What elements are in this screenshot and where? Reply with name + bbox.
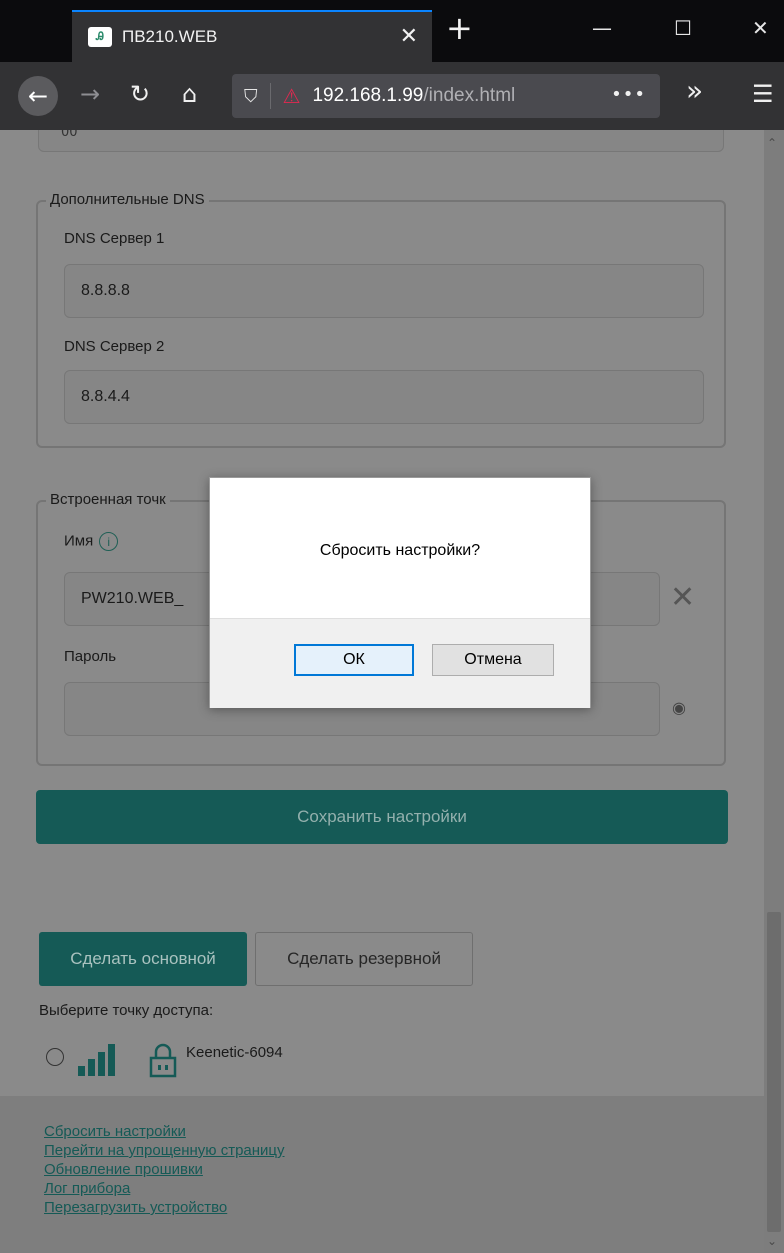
url-separator xyxy=(269,83,271,109)
navigation-bar: ← → ↻ ⌂ ⛉ ⚠ 192.168.1.99/index.html ••• … xyxy=(0,62,784,130)
footer-links: Сбросить настройки Перейти на упрощенную… xyxy=(44,1122,285,1217)
extra-dns-group: Дополнительные DNS DNS Сервер 1 8.8.8.8 … xyxy=(36,191,726,448)
menu-icon[interactable]: ☰ xyxy=(752,80,774,108)
clear-icon[interactable]: ✕ xyxy=(670,580,695,615)
address-bar[interactable]: ⛉ ⚠ 192.168.1.99/index.html ••• xyxy=(232,74,660,118)
close-tab-icon[interactable]: ✕ xyxy=(400,24,418,49)
scroll-thumb[interactable] xyxy=(767,912,781,1232)
tab-title: ПВ210.WEB xyxy=(122,27,218,46)
shield-icon[interactable]: ⛉ xyxy=(244,86,258,107)
cancel-button[interactable]: Отмена xyxy=(432,644,554,676)
ap-password-label: Пароль xyxy=(64,648,117,665)
back-icon[interactable]: ← xyxy=(18,76,58,116)
info-icon[interactable]: i xyxy=(99,532,119,551)
url-host: 192.168.1.99 xyxy=(312,85,424,106)
scrollbar[interactable]: ⌃ ⌄ xyxy=(764,130,784,1253)
make-backup-button[interactable]: Сделать резервной xyxy=(255,932,473,986)
footer: Сбросить настройки Перейти на упрощенную… xyxy=(0,1096,764,1253)
confirm-dialog: Сбросить настройки? ОК Отмена xyxy=(209,477,591,708)
select-ap-label: Выберите точку доступа: xyxy=(39,1002,214,1019)
insecure-lock-icon[interactable]: ⚠ xyxy=(283,84,301,108)
ap-radio[interactable] xyxy=(46,1048,64,1066)
extra-dns-legend: Дополнительные DNS xyxy=(46,191,209,208)
new-tab-icon[interactable]: + xyxy=(446,12,473,44)
ap-name-label-row: Имя i xyxy=(64,532,119,551)
save-settings-button[interactable]: Сохранить настройки xyxy=(36,790,728,844)
browser-tab[interactable]: Ꭿ ПВ210.WEB ✕ xyxy=(72,10,432,62)
site-favicon-icon: Ꭿ xyxy=(88,27,112,47)
show-password-icon[interactable]: ◉ xyxy=(672,698,686,717)
access-point-legend: Встроенная точк xyxy=(46,491,170,508)
dns1-label: DNS Сервер 1 xyxy=(64,230,165,247)
dns2-input[interactable]: 8.8.4.4 xyxy=(64,370,704,424)
simple-page-link[interactable]: Перейти на упрощенную страницу xyxy=(44,1141,285,1160)
device-log-link[interactable]: Лог прибора xyxy=(44,1179,285,1198)
previous-input[interactable]: 00 xyxy=(38,130,724,152)
ap-list-item[interactable]: Keenetic-6094 xyxy=(44,1038,444,1082)
overflow-icon[interactable]: » xyxy=(686,74,703,107)
firmware-update-link[interactable]: Обновление прошивки xyxy=(44,1160,285,1179)
tab-bar: Ꭿ ПВ210.WEB ✕ + — ☐ ✕ xyxy=(0,0,784,62)
reboot-device-link[interactable]: Перезагрузить устройство xyxy=(44,1198,285,1217)
ap-name: Keenetic-6094 xyxy=(186,1044,283,1061)
ok-button[interactable]: ОК xyxy=(294,644,414,676)
signal-strength-icon xyxy=(78,1044,115,1076)
scroll-down-icon[interactable]: ⌄ xyxy=(767,1234,777,1248)
dialog-footer: ОК Отмена xyxy=(210,618,590,708)
maximize-icon[interactable]: ☐ xyxy=(674,16,692,40)
lock-icon xyxy=(149,1043,177,1078)
reset-settings-link[interactable]: Сбросить настройки xyxy=(44,1122,285,1141)
ap-name-label: Имя xyxy=(64,532,94,550)
forward-icon[interactable]: → xyxy=(80,80,100,108)
dns2-label: DNS Сервер 2 xyxy=(64,338,165,355)
dialog-message: Сбросить настройки? xyxy=(319,542,481,559)
reload-icon[interactable]: ↻ xyxy=(130,80,150,108)
make-primary-button[interactable]: Сделать основной xyxy=(39,932,247,986)
page-actions-icon[interactable]: ••• xyxy=(611,84,646,105)
dns1-input[interactable]: 8.8.8.8 xyxy=(64,264,704,318)
url-path: /index.html xyxy=(423,85,516,106)
minimize-icon[interactable]: — xyxy=(592,16,612,40)
scroll-up-icon[interactable]: ⌃ xyxy=(767,136,777,150)
close-window-icon[interactable]: ✕ xyxy=(752,16,769,40)
home-icon[interactable]: ⌂ xyxy=(182,80,197,108)
